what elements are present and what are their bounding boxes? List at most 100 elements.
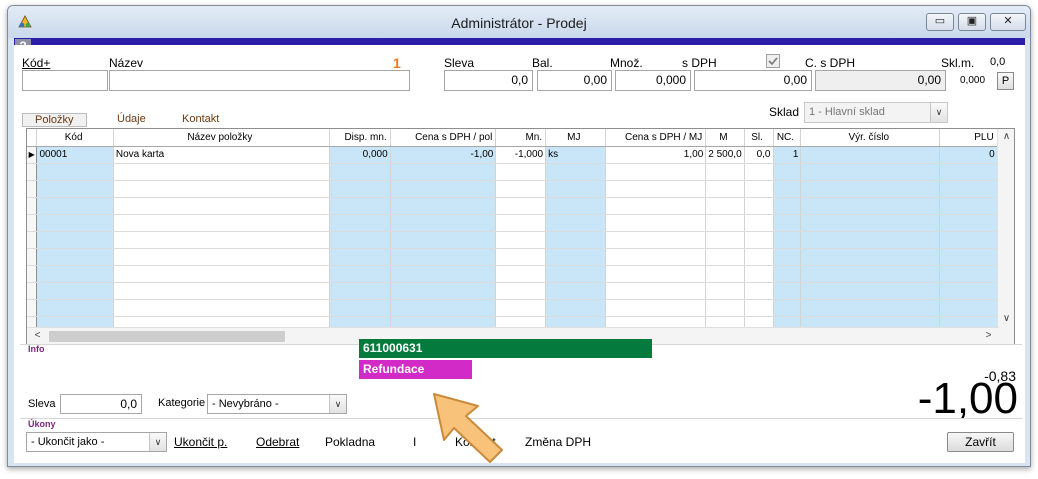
grid-cell[interactable]	[329, 231, 391, 249]
scroll-down-icon[interactable]: ∨	[998, 313, 1014, 324]
grid-cell[interactable]	[939, 282, 998, 300]
grid-cell[interactable]	[939, 248, 998, 266]
col-header[interactable]: Výr. číslo	[800, 129, 941, 147]
vertical-scrollbar[interactable]: ∧ ∨	[997, 129, 1014, 344]
grid-cell[interactable]	[744, 299, 774, 317]
grid-cell[interactable]	[939, 197, 998, 215]
grid-cell[interactable]	[705, 214, 745, 232]
grid-cell[interactable]	[329, 265, 391, 283]
grid-cell[interactable]	[390, 282, 497, 300]
info-sleva-field[interactable]: 0,0	[60, 394, 142, 414]
grid-cell[interactable]	[773, 265, 802, 283]
zmena-dph-button[interactable]: Změna DPH	[525, 435, 591, 449]
grid-cell[interactable]	[495, 197, 547, 215]
grid-cell[interactable]	[113, 248, 330, 266]
ukoncit-select[interactable]: - Ukončit jako - ∨	[26, 432, 167, 452]
grid-cell[interactable]	[495, 282, 547, 300]
grid-cell[interactable]	[705, 163, 745, 181]
col-header[interactable]: M	[705, 129, 745, 147]
grid-cell[interactable]	[605, 231, 707, 249]
grid-cell[interactable]	[773, 299, 802, 317]
col-header[interactable]: Mn.	[495, 129, 547, 147]
grid-cell[interactable]	[545, 197, 606, 215]
grid-cell[interactable]	[113, 163, 330, 181]
col-header[interactable]: Kód	[36, 129, 114, 147]
table-row[interactable]	[27, 265, 1014, 283]
scroll-thumb[interactable]	[49, 331, 285, 342]
grid-cell[interactable]	[773, 163, 802, 181]
grid-cell[interactable]	[36, 299, 114, 317]
grid-cell[interactable]	[939, 299, 998, 317]
grid-cell[interactable]	[800, 282, 941, 300]
grid-cell[interactable]	[773, 197, 802, 215]
odebrat-button[interactable]: Odebrat	[256, 435, 299, 449]
grid-cell[interactable]	[744, 214, 774, 232]
grid-cell[interactable]	[329, 248, 391, 266]
grid-cell[interactable]	[800, 231, 941, 249]
grid-cell[interactable]	[773, 248, 802, 266]
tab-kontakt[interactable]: Kontakt	[182, 113, 219, 125]
grid-cell[interactable]	[545, 163, 606, 181]
grid-cell[interactable]	[939, 163, 998, 181]
grid-cell[interactable]	[744, 282, 774, 300]
grid-cell[interactable]	[36, 163, 114, 181]
col-header[interactable]: PLU	[939, 129, 998, 147]
table-row[interactable]	[27, 214, 1014, 232]
grid-cell[interactable]	[800, 214, 941, 232]
col-header[interactable]: Sl.	[744, 129, 774, 147]
refund-bar[interactable]: Refundace	[359, 360, 472, 379]
grid-cell[interactable]	[113, 299, 330, 317]
grid-cell[interactable]	[545, 231, 606, 249]
grid-cell[interactable]	[744, 231, 774, 249]
grid-cell[interactable]	[605, 214, 707, 232]
grid-cell[interactable]	[545, 299, 606, 317]
grid-cell[interactable]	[939, 231, 998, 249]
grid-cell[interactable]	[390, 180, 497, 198]
grid-cell[interactable]	[939, 265, 998, 283]
grid-cell[interactable]	[545, 282, 606, 300]
cell-mj[interactable]: ks	[545, 146, 606, 164]
grid-cell[interactable]	[705, 180, 745, 198]
grid-cell[interactable]	[36, 282, 114, 300]
grid-cell[interactable]	[939, 214, 998, 232]
cell-disp[interactable]: 0,000	[329, 146, 391, 164]
grid-cell[interactable]	[329, 163, 391, 181]
grid-cell[interactable]	[605, 180, 707, 198]
cell-vyr[interactable]	[800, 146, 941, 164]
grid-cell[interactable]	[495, 299, 547, 317]
col-header[interactable]: Cena s DPH / MJ	[605, 129, 707, 147]
pokladna-button[interactable]: Pokladna	[325, 435, 375, 449]
grid-cell[interactable]	[800, 197, 941, 215]
cell-sl[interactable]: 0,0	[744, 146, 774, 164]
grid-cell[interactable]	[495, 180, 547, 198]
cell-nc[interactable]: 1	[773, 146, 802, 164]
grid-cell[interactable]	[545, 180, 606, 198]
grid-cell[interactable]	[113, 282, 330, 300]
grid-cell[interactable]	[773, 214, 802, 232]
tab-polozky[interactable]: Položky	[22, 113, 87, 127]
bal-field[interactable]: 0,00	[537, 70, 612, 91]
grid-cell[interactable]	[495, 163, 547, 181]
grid-cell[interactable]	[113, 197, 330, 215]
grid-cell[interactable]	[329, 180, 391, 198]
kategorie-select[interactable]: - Nevybráno - ∨	[207, 394, 347, 414]
grid-cell[interactable]	[705, 248, 745, 266]
table-row[interactable]	[27, 299, 1014, 317]
scroll-left-icon[interactable]: <	[29, 330, 46, 341]
sleva-field[interactable]: 0,0	[444, 70, 533, 91]
grid-cell[interactable]	[36, 180, 114, 198]
grid-cell[interactable]	[744, 180, 774, 198]
cell-plu[interactable]: 0	[939, 146, 998, 164]
i-button[interactable]: I	[413, 435, 416, 449]
grid-cell[interactable]	[800, 163, 941, 181]
table-row[interactable]	[27, 180, 1014, 198]
grid-cell[interactable]	[329, 282, 391, 300]
cell-cena-pol[interactable]: -1,00	[390, 146, 497, 164]
col-header[interactable]: NC.	[773, 129, 802, 147]
sklad-select[interactable]: 1 - Hlavní sklad ∨	[804, 102, 948, 123]
sdph-checkbox[interactable]	[766, 54, 780, 68]
grid-cell[interactable]	[390, 214, 497, 232]
scroll-up-icon[interactable]: ∧	[998, 131, 1014, 142]
grid-cell[interactable]	[390, 299, 497, 317]
grid-cell[interactable]	[800, 248, 941, 266]
